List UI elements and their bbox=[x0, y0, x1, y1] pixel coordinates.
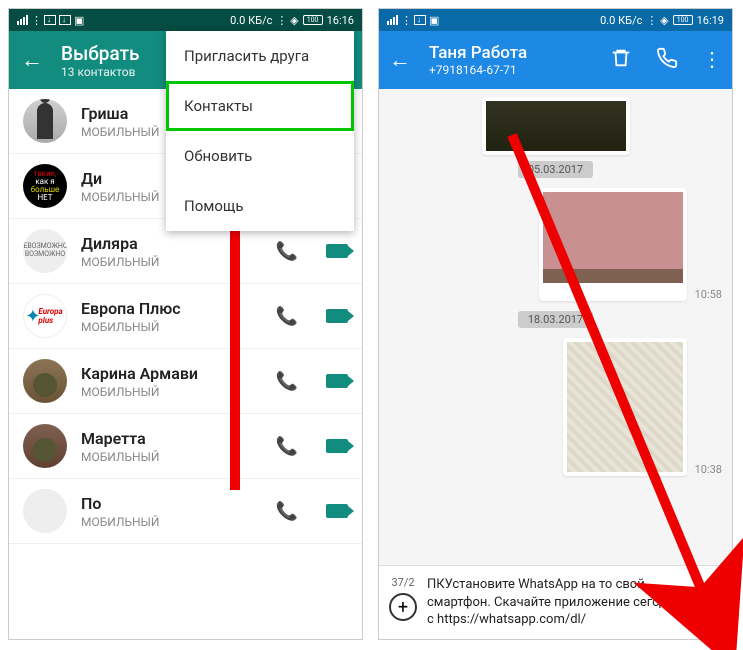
menu-refresh[interactable]: Обновить bbox=[166, 131, 354, 181]
menu-invite-friend[interactable]: Пригласить друга bbox=[166, 31, 354, 81]
overflow-menu: Пригласить друга Контакты Обновить Помощ… bbox=[166, 31, 354, 231]
menu-help[interactable]: Помощь bbox=[166, 181, 354, 231]
menu-contacts[interactable]: Контакты bbox=[166, 81, 354, 131]
annotation-arrow-right bbox=[0, 0, 743, 650]
